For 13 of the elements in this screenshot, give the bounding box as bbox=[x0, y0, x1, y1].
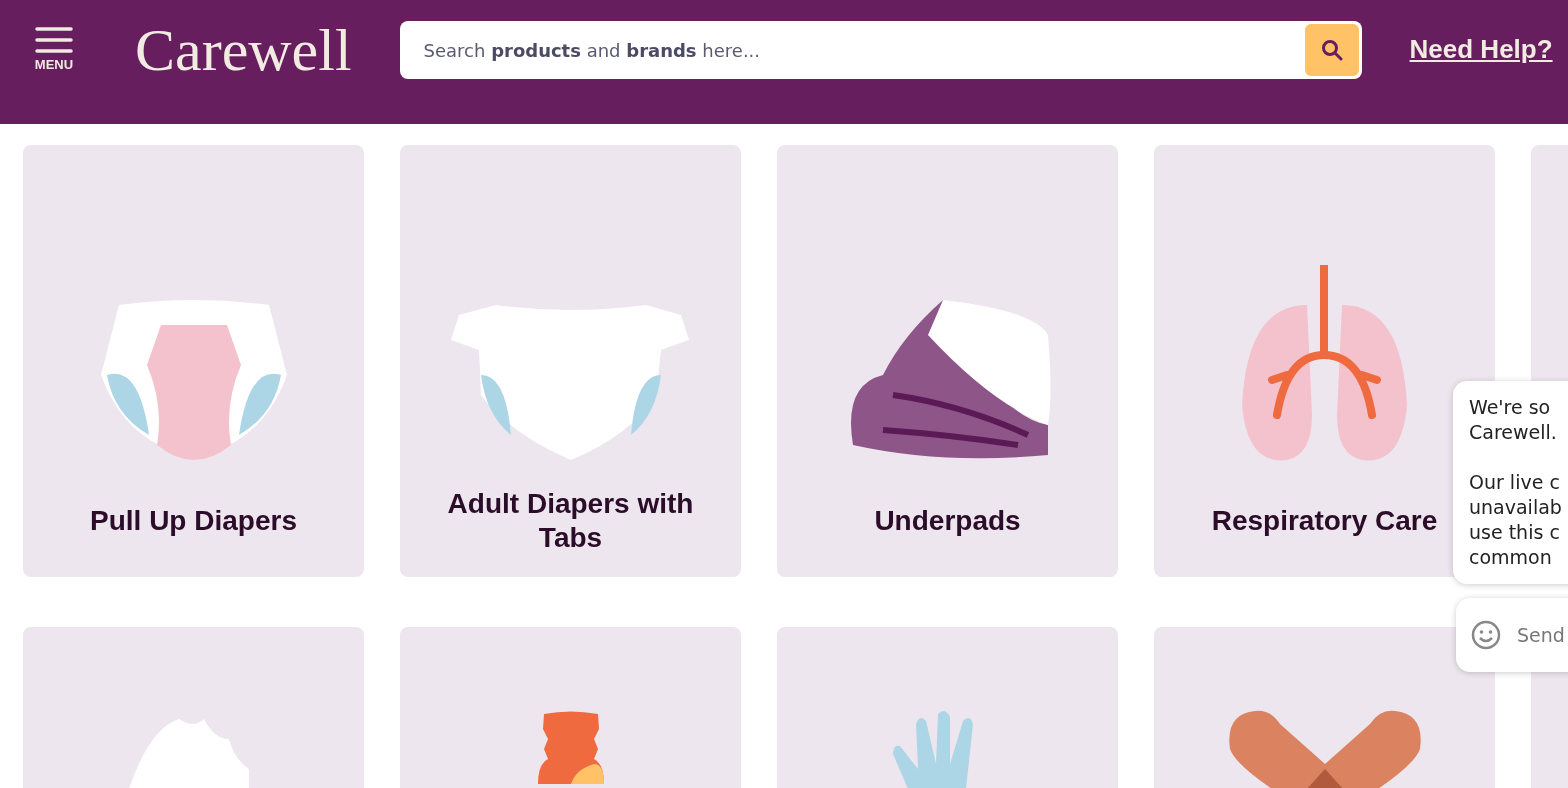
logo[interactable]: Carewell bbox=[135, 21, 352, 79]
menu-button[interactable]: MENU bbox=[31, 27, 77, 72]
category-title: Underpads bbox=[874, 504, 1021, 538]
category-title: Pull Up Diapers bbox=[90, 504, 297, 538]
category-card[interactable]: Adult Diapers with Tabs bbox=[400, 145, 741, 577]
chat-message-dialog: We're so Carewell. Our live c unavailab use this c common bbox=[1453, 381, 1568, 584]
category-title: Adult Diapers with Tabs bbox=[446, 487, 695, 555]
category-card[interactable]: Pull Up Diapers bbox=[23, 145, 364, 577]
category-title: Respiratory Care bbox=[1211, 504, 1438, 538]
search-field[interactable]: Search products and brands here... bbox=[399, 21, 1362, 79]
help-link[interactable]: Need Help? bbox=[1409, 34, 1553, 65]
chat-input-dialog[interactable]: Send bbox=[1456, 598, 1568, 672]
category-card[interactable]: Underpads bbox=[777, 145, 1118, 577]
